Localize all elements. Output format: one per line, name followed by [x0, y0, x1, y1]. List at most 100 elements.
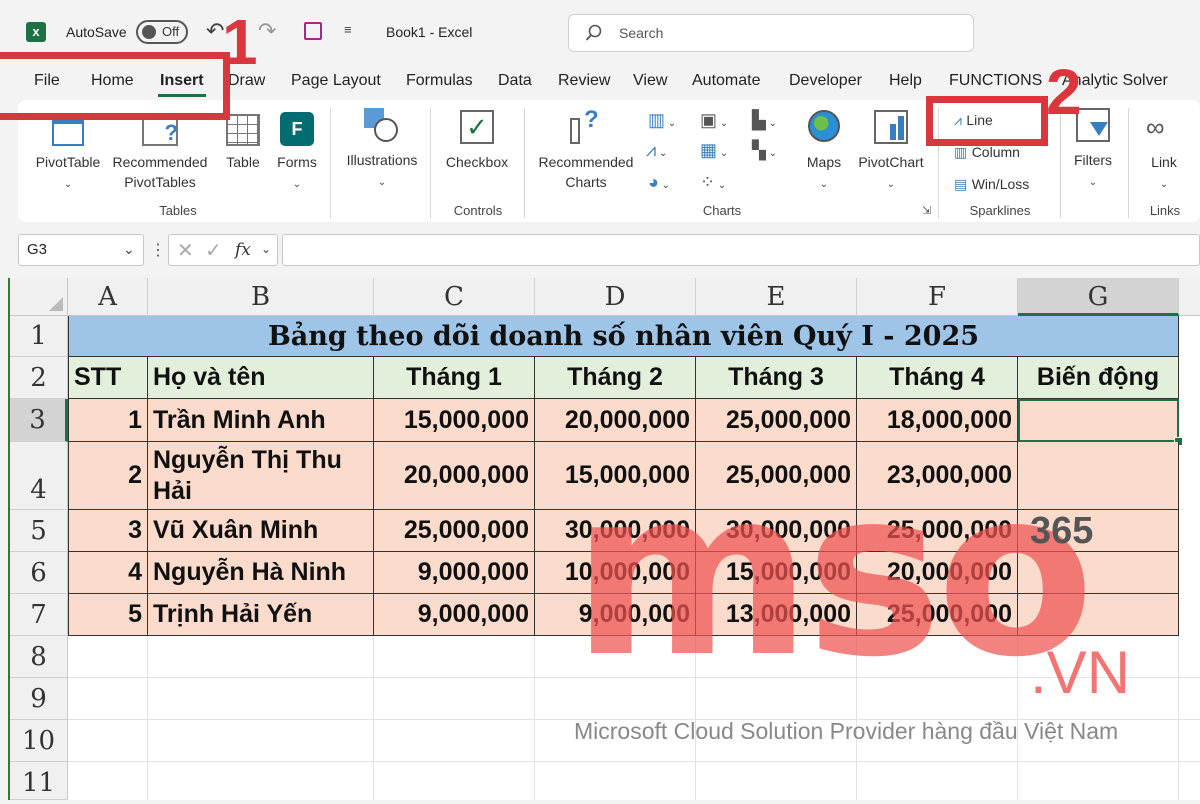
select-all-corner[interactable]	[10, 278, 68, 316]
combo-chart-icon[interactable]: ▚ ⌄	[752, 140, 777, 161]
hierarchy-chart-icon[interactable]: ▣ ⌄	[700, 110, 728, 131]
row-header-11[interactable]: 11	[10, 762, 68, 800]
tab-data[interactable]: Data	[498, 72, 532, 90]
cell-g3-selected[interactable]	[1018, 399, 1179, 442]
cell-d4[interactable]: 15,000,000	[535, 442, 696, 510]
cell-g6[interactable]	[1018, 552, 1179, 594]
header-cell-month-3[interactable]: Tháng 3	[696, 357, 857, 399]
cell-c4[interactable]: 20,000,000	[374, 442, 535, 510]
header-cell-month-4[interactable]: Tháng 4	[857, 357, 1018, 399]
tab-formulas[interactable]: Formulas	[406, 72, 473, 90]
bar-chart-icon[interactable]: ▦ ⌄	[700, 140, 728, 161]
cell-e5[interactable]: 30,000,000	[696, 510, 857, 552]
cell-g4[interactable]	[1018, 442, 1179, 510]
formula-input[interactable]	[282, 234, 1200, 266]
cell-e3[interactable]: 25,000,000	[696, 399, 857, 442]
row-header-3[interactable]: 3	[10, 399, 68, 442]
filters-button[interactable]: Filters ⌄	[1066, 150, 1120, 193]
cell-b6[interactable]: Nguyễn Hà Ninh	[148, 552, 374, 594]
name-box[interactable]: G3 ⌄	[18, 234, 144, 266]
tab-automate[interactable]: Automate	[692, 72, 760, 90]
sheet-title-cell[interactable]: Bảng theo dõi doanh số nhân viên Quý I -…	[68, 316, 1179, 357]
cell-d3[interactable]: 20,000,000	[535, 399, 696, 442]
cell-c5[interactable]: 25,000,000	[374, 510, 535, 552]
header-cell-name[interactable]: Họ và tên	[148, 357, 374, 399]
column-header-b[interactable]: B	[148, 278, 374, 316]
cell-a4[interactable]: 2	[68, 442, 148, 510]
cell-e6[interactable]: 15,000,000	[696, 552, 857, 594]
header-cell-month-2[interactable]: Tháng 2	[535, 357, 696, 399]
column-header-g[interactable]: G	[1018, 278, 1179, 316]
tab-developer[interactable]: Developer	[789, 72, 862, 90]
cancel-icon[interactable]: ✕	[177, 238, 194, 263]
cell-b3[interactable]: Trần Minh Anh	[148, 399, 374, 442]
cell-f7[interactable]: 25,000,000	[857, 594, 1018, 636]
row-header-10[interactable]: 10	[10, 720, 68, 762]
waterfall-chart-icon[interactable]: ▙ ⌄	[752, 110, 777, 131]
recommended-charts-button[interactable]: Recommended Charts	[532, 152, 640, 192]
pivotchart-button[interactable]: PivotChart ⌄	[852, 152, 930, 195]
search-box[interactable]: Search	[568, 14, 974, 52]
customize-toolbar-icon[interactable]: ≡	[344, 22, 352, 37]
cell-d5[interactable]: 30,000,000	[535, 510, 696, 552]
column-header-h[interactable]	[1179, 278, 1200, 316]
row-header-5[interactable]: 5	[10, 510, 68, 552]
pivottable-button[interactable]: PivotTable ⌄	[30, 152, 106, 195]
cell-c7[interactable]: 9,000,000	[374, 594, 535, 636]
cell-b4[interactable]: Nguyễn Thị Thu Hải	[148, 442, 374, 510]
forms-button[interactable]: Forms ⌄	[272, 152, 322, 195]
tab-help[interactable]: Help	[889, 72, 922, 90]
column-header-f[interactable]: F	[857, 278, 1018, 316]
illustrations-button[interactable]: Illustrations ⌄	[340, 150, 424, 193]
cell-d6[interactable]: 10,000,000	[535, 552, 696, 594]
cell-g5[interactable]	[1018, 510, 1179, 552]
sparkline-winloss-button[interactable]: ▤ Win/Loss	[954, 174, 1044, 196]
cell-c3[interactable]: 15,000,000	[374, 399, 535, 442]
cell-f4[interactable]: 23,000,000	[857, 442, 1018, 510]
cell-b5[interactable]: Vũ Xuân Minh	[148, 510, 374, 552]
row-header-1[interactable]: 1	[10, 316, 68, 357]
pie-chart-icon[interactable]: ◕ ⌄	[648, 172, 670, 193]
checkbox-button[interactable]: Checkbox	[440, 152, 514, 172]
redo-icon[interactable]: ↷	[258, 18, 276, 44]
row-header-9[interactable]: 9	[10, 678, 68, 720]
autosave-toggle[interactable]: Off	[136, 20, 188, 44]
cell-c6[interactable]: 9,000,000	[374, 552, 535, 594]
cell-b7[interactable]: Trịnh Hải Yến	[148, 594, 374, 636]
column-chart-icon[interactable]: ▥ ⌄	[648, 110, 676, 131]
column-header-e[interactable]: E	[696, 278, 857, 316]
cell-f3[interactable]: 18,000,000	[857, 399, 1018, 442]
row-header-4[interactable]: 4	[10, 442, 68, 510]
maps-button[interactable]: Maps ⌄	[798, 152, 850, 195]
recommended-pivottables-button[interactable]: Recommended PivotTables	[108, 152, 212, 192]
tab-page-layout[interactable]: Page Layout	[291, 72, 381, 90]
cell-a5[interactable]: 3	[68, 510, 148, 552]
link-button[interactable]: Link ⌄	[1136, 152, 1192, 195]
cell-a7[interactable]: 5	[68, 594, 148, 636]
row-header-2[interactable]: 2	[10, 357, 68, 399]
row-header-6[interactable]: 6	[10, 552, 68, 594]
scatter-chart-icon[interactable]: ⁘ ⌄	[700, 172, 726, 193]
column-header-d[interactable]: D	[535, 278, 696, 316]
row-header-8[interactable]: 8	[10, 636, 68, 678]
header-cell-trend[interactable]: Biến động	[1018, 357, 1179, 399]
cell-e7[interactable]: 13,000,000	[696, 594, 857, 636]
tab-functions[interactable]: FUNCTIONS	[949, 72, 1042, 90]
insert-function-button[interactable]: fx	[235, 240, 251, 260]
dialog-launcher-icon[interactable]: ⇲	[922, 204, 931, 217]
save-icon[interactable]	[304, 22, 322, 40]
row-header-7[interactable]: 7	[10, 594, 68, 636]
header-cell-stt[interactable]: STT	[68, 357, 148, 399]
tab-view[interactable]: View	[633, 72, 667, 90]
column-header-a[interactable]: A	[68, 278, 148, 316]
cell-a3[interactable]: 1	[68, 399, 148, 442]
tab-review[interactable]: Review	[558, 72, 610, 90]
cell-g7[interactable]	[1018, 594, 1179, 636]
table-button[interactable]: Table	[218, 152, 268, 172]
line-chart-icon[interactable]: ⩘ ⌄	[646, 140, 667, 161]
cell-f6[interactable]: 20,000,000	[857, 552, 1018, 594]
cell-f5[interactable]: 25,000,000	[857, 510, 1018, 552]
column-header-c[interactable]: C	[374, 278, 535, 316]
cell-d7[interactable]: 9,000,000	[535, 594, 696, 636]
enter-icon[interactable]: ✓	[205, 238, 222, 263]
